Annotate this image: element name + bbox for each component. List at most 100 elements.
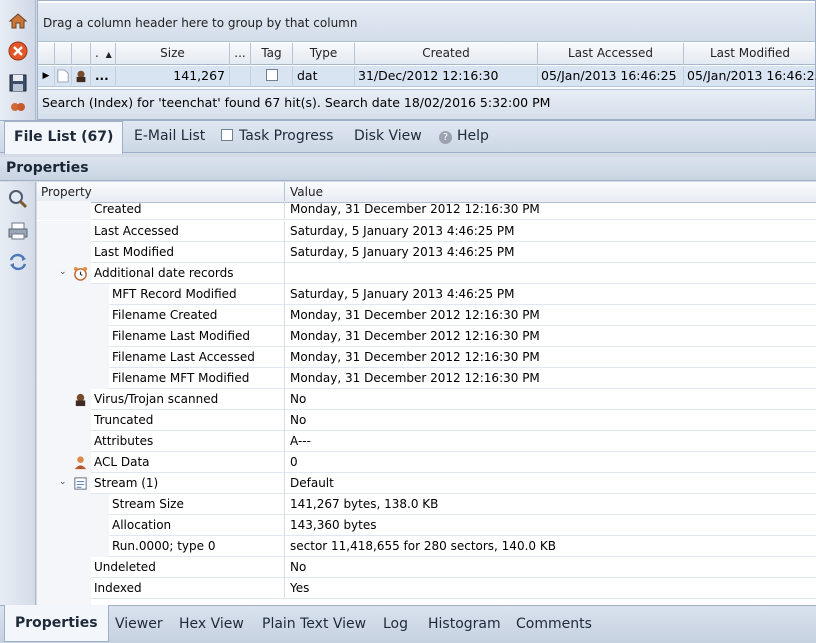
bottom-tab-strip: Properties Viewer Hex View Plain Text Vi… (0, 605, 816, 643)
header-property[interactable]: Property (41, 185, 92, 199)
magnifier-icon (9, 190, 28, 209)
tab-task-progress[interactable]: Task Progress (221, 121, 333, 153)
user-icon (74, 456, 87, 470)
property-name: Stream Size (112, 497, 184, 511)
property-row[interactable]: Created Monday, 31 December 2012 12:16:3… (37, 201, 816, 220)
header-last-modified[interactable]: Last Modified (684, 43, 816, 65)
property-row[interactable]: Last Accessed Saturday, 5 January 2013 4… (37, 221, 816, 242)
tab-comments[interactable]: Comments (516, 606, 592, 643)
property-name: Filename Created (112, 308, 218, 322)
property-row[interactable]: Stream Size 141,267 bytes, 138.0 KB (37, 494, 816, 515)
property-row[interactable]: Filename Created Monday, 31 December 201… (37, 305, 816, 326)
tab-hex-view[interactable]: Hex View (179, 606, 244, 643)
row-last-modified: 05/Jan/2013 16:46:25 (684, 66, 816, 87)
property-value: No (285, 410, 816, 431)
property-value: sector 11,418,655 for 280 sectors, 140.0… (285, 536, 816, 557)
property-row[interactable]: Truncated No (37, 410, 816, 431)
header-icon-column (55, 43, 72, 65)
property-name: MFT Record Modified (112, 287, 237, 301)
refresh-button[interactable] (4, 249, 32, 275)
print-button[interactable] (4, 218, 32, 244)
floppy-disk-icon (9, 74, 27, 92)
users-button[interactable] (4, 98, 32, 118)
stream-icon (74, 477, 87, 490)
alarm-clock-icon (73, 266, 88, 281)
property-value: Saturday, 5 January 2013 4:46:25 PM (285, 284, 816, 305)
row-indicator-icon: ▶ (38, 66, 55, 87)
table-row[interactable]: ▶ ... 141,267 dat 31/Dec/2012 12:16:30 0… (38, 66, 816, 87)
property-row-group[interactable]: ⌄ Additional date records (37, 263, 816, 284)
properties-grid: Property Value Created Monday, 31 Decemb… (37, 182, 816, 605)
file-icon (55, 66, 72, 87)
property-value: 143,360 bytes (285, 515, 816, 536)
property-row[interactable]: Virus/Trojan scanned No (37, 389, 816, 410)
property-row[interactable]: Filename Last Accessed Monday, 31 Decemb… (37, 347, 816, 368)
properties-toolbar (0, 182, 36, 605)
tab-viewer[interactable]: Viewer (115, 606, 163, 643)
tag-checkbox-icon (265, 69, 278, 81)
tab-log[interactable]: Log (383, 606, 408, 643)
row-last-accessed: 05/Jan/2013 16:46:25 (538, 66, 684, 87)
header-icon-column-2 (72, 43, 91, 65)
property-row[interactable]: Filename Last Modified Monday, 31 Decemb… (37, 326, 816, 347)
property-value: Yes (285, 578, 816, 599)
property-value: No (285, 557, 816, 578)
row-created: 31/Dec/2012 12:16:30 (355, 66, 538, 87)
row-tag-checkbox[interactable] (251, 66, 293, 87)
header-created[interactable]: Created (355, 43, 538, 65)
tab-help[interactable]: ? Help (439, 121, 489, 153)
property-row[interactable]: Filename MFT Modified Monday, 31 Decembe… (37, 368, 816, 389)
property-value: Saturday, 5 January 2013 4:46:25 PM (285, 221, 816, 242)
group-by-panel[interactable]: Drag a column header here to group by th… (38, 3, 815, 42)
row-type: dat (293, 66, 355, 87)
property-value: 0 (285, 452, 816, 473)
save-button[interactable] (4, 70, 32, 96)
header-value[interactable]: Value (290, 185, 323, 199)
property-row[interactable]: MFT Record Modified Saturday, 5 January … (37, 284, 816, 305)
file-list-toolbar (0, 0, 36, 120)
property-name: Indexed (94, 581, 142, 595)
property-row[interactable]: Undeleted No (37, 557, 816, 578)
tab-file-list[interactable]: File List (67) (4, 121, 124, 154)
printer-icon (8, 222, 28, 240)
task-progress-checkbox-icon (221, 129, 233, 141)
search-status-text: Search (Index) for 'teenchat' found 67 h… (42, 95, 551, 110)
property-name: Filename Last Accessed (112, 350, 255, 364)
tab-disk-view[interactable]: Disk View (354, 121, 422, 153)
tab-plain-text-view[interactable]: Plain Text View (262, 606, 366, 643)
property-row[interactable]: Allocation 143,360 bytes (37, 515, 816, 536)
property-name: Filename MFT Modified (112, 371, 250, 385)
tab-email-list[interactable]: E-Mail List (134, 121, 205, 153)
property-name: Undeleted (94, 560, 156, 574)
stop-button[interactable] (4, 38, 32, 64)
property-row-group[interactable]: ⌄ Stream (1) Default (37, 473, 816, 494)
home-button[interactable] (4, 8, 32, 34)
property-row[interactable]: Attributes A--- (37, 431, 816, 452)
tab-properties[interactable]: Properties (4, 605, 109, 642)
property-name: Last Modified (94, 245, 175, 259)
property-row[interactable]: ACL Data 0 (37, 452, 816, 473)
header-size[interactable]: Size (116, 43, 230, 65)
header-type[interactable]: Type (293, 43, 355, 65)
property-row[interactable]: Indexed Yes (37, 578, 816, 599)
home-icon (8, 13, 28, 29)
file-list-grid: Drag a column header here to group by th… (37, 0, 816, 120)
top-tab-strip: File List (67) E-Mail List Task Progress… (0, 120, 816, 154)
search-status-bar: Search (Index) for 'teenchat' found 67 h… (38, 89, 815, 119)
header-name[interactable]: . ▲ (91, 43, 116, 65)
find-button[interactable] (4, 186, 32, 212)
property-name: Run.0000; type 0 (112, 539, 216, 553)
row-more (230, 66, 251, 87)
collapse-chevron-icon[interactable]: ⌄ (59, 267, 67, 277)
header-tag[interactable]: Tag (251, 43, 293, 65)
collapse-chevron-icon[interactable]: ⌄ (59, 477, 67, 487)
header-last-accessed[interactable]: Last Accessed (538, 43, 684, 65)
header-name-label: . (95, 46, 99, 60)
property-value: Default (285, 473, 816, 494)
property-value (285, 263, 816, 284)
header-more[interactable]: ... (230, 43, 251, 65)
property-row[interactable]: Last Modified Saturday, 5 January 2013 4… (37, 242, 816, 263)
tab-histogram[interactable]: Histogram (428, 606, 501, 643)
property-row[interactable]: Run.0000; type 0 sector 11,418,655 for 2… (37, 536, 816, 557)
virus-scan-icon (75, 393, 86, 407)
